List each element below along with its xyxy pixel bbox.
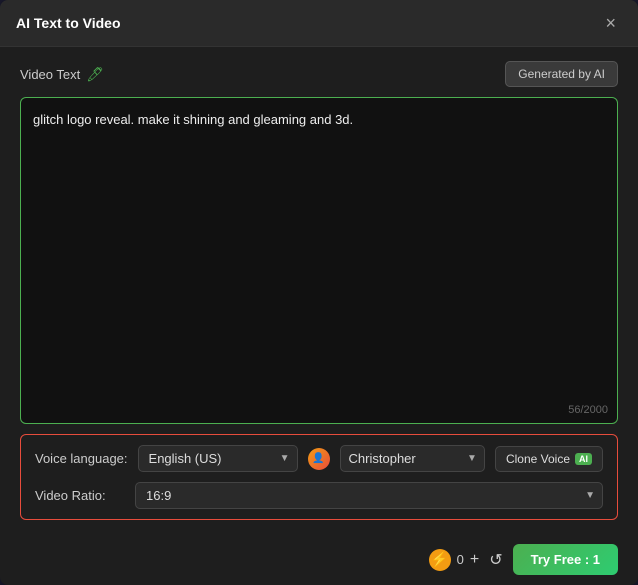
add-credits-button[interactable]: + <box>470 551 479 569</box>
textarea-wrapper: 56/2000 <box>20 97 618 424</box>
voice-name-row: 👤 Christopher Alex Emma ▼ Clone Voice AI <box>308 445 603 472</box>
video-text-input[interactable] <box>20 97 618 424</box>
credits-icon: ⚡ <box>429 549 451 571</box>
voice-name-select[interactable]: Christopher Alex Emma <box>340 445 485 472</box>
try-free-button[interactable]: Try Free : 1 <box>513 544 618 575</box>
window-title: AI Text to Video <box>16 15 121 31</box>
main-content: Video Text 🖊 Generated by AI 56/2000 Voi… <box>0 47 638 534</box>
char-count: 56/2000 <box>568 404 608 416</box>
edit-icon: 🖊 <box>86 66 104 83</box>
video-text-label: Video Text <box>20 67 80 82</box>
voice-language-dropdown-wrapper: English (US) English (UK) Spanish French… <box>138 445 298 472</box>
voice-language-select[interactable]: English (US) English (UK) Spanish French… <box>138 445 298 472</box>
voice-avatar: 👤 <box>308 448 330 470</box>
video-ratio-row: Video Ratio: 16:9 9:16 1:1 4:3 ▼ <box>35 482 603 509</box>
voice-language-label: Voice language: <box>35 451 128 466</box>
clone-voice-button[interactable]: Clone Voice AI <box>495 446 603 472</box>
credits-area: ⚡ 0 + <box>429 549 480 571</box>
refresh-button[interactable]: ↺ <box>489 550 502 570</box>
video-ratio-label: Video Ratio: <box>35 488 125 503</box>
clone-voice-label: Clone Voice <box>506 452 570 466</box>
credits-count: 0 <box>457 552 464 567</box>
options-section: Voice language: English (US) English (UK… <box>20 434 618 520</box>
voice-name-dropdown-wrapper: Christopher Alex Emma ▼ <box>340 445 485 472</box>
video-text-label-group: Video Text 🖊 <box>20 66 104 83</box>
footer: ⚡ 0 + ↺ Try Free : 1 <box>0 534 638 585</box>
ai-badge: AI <box>575 453 592 465</box>
close-button[interactable]: × <box>599 12 622 34</box>
main-window: AI Text to Video × Video Text 🖊 Generate… <box>0 0 638 585</box>
video-ratio-select[interactable]: 16:9 9:16 1:1 4:3 <box>135 482 603 509</box>
video-ratio-dropdown-wrapper: 16:9 9:16 1:1 4:3 ▼ <box>135 482 603 509</box>
generated-by-ai-button[interactable]: Generated by AI <box>505 61 618 87</box>
video-text-header: Video Text 🖊 Generated by AI <box>20 61 618 87</box>
lightning-icon: ⚡ <box>431 551 448 568</box>
voice-language-row: Voice language: English (US) English (UK… <box>35 445 603 472</box>
titlebar: AI Text to Video × <box>0 0 638 47</box>
